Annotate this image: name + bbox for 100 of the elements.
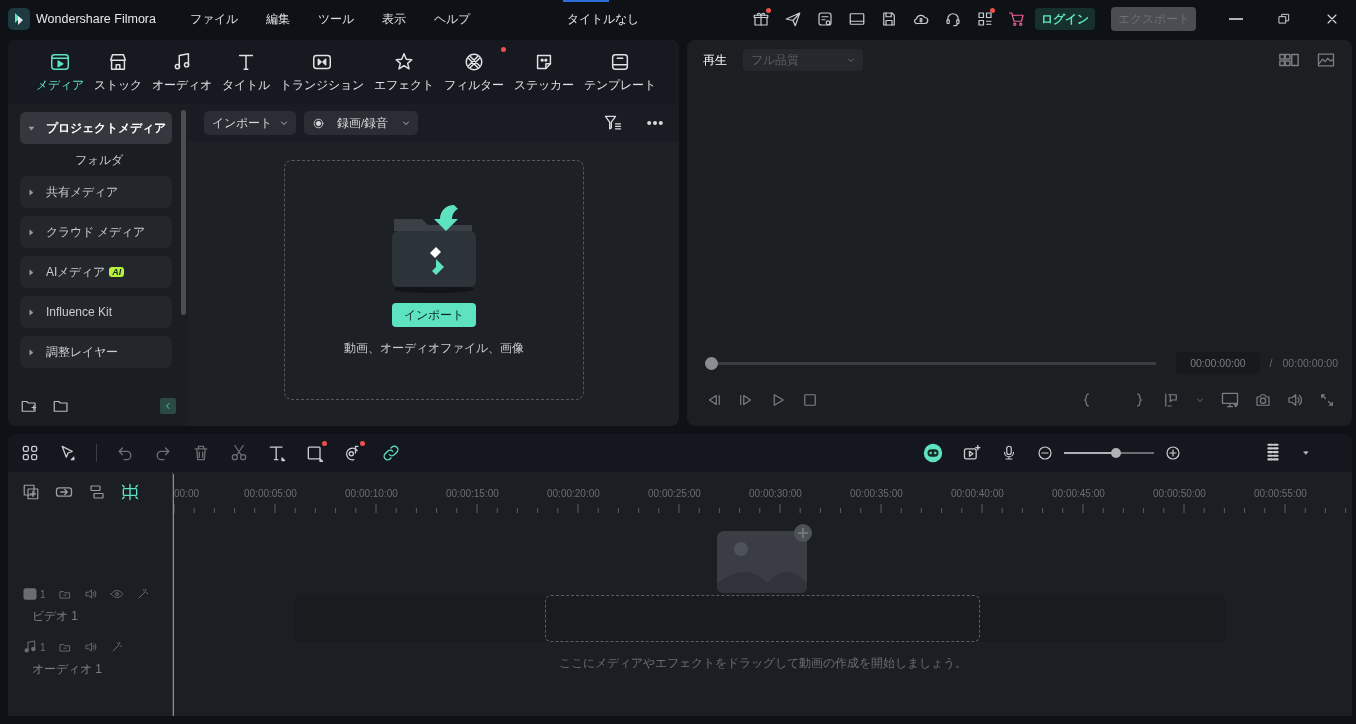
add-track-icon[interactable]	[22, 483, 40, 501]
ai-tag: AI	[109, 267, 125, 277]
ruler-label: 00:00:50:00	[1153, 488, 1206, 499]
sidebar-subitem[interactable]: フォルダ	[20, 148, 188, 172]
window-title: タイトルなし	[566, 10, 640, 28]
media-tab[interactable]: ステッカー	[510, 50, 578, 94]
speaker-icon[interactable]	[1286, 391, 1304, 409]
caret-down-icon[interactable]	[1302, 449, 1310, 457]
scissors-icon[interactable]	[229, 443, 249, 463]
minimize-icon	[1229, 18, 1243, 20]
wand-icon[interactable]	[135, 587, 150, 601]
menu-item[interactable]: ヘルプ	[420, 10, 484, 28]
app-name: Wondershare Filmora	[36, 12, 157, 26]
speaker-icon[interactable]	[83, 640, 98, 654]
grid-icon[interactable]	[976, 10, 994, 28]
media-tab[interactable]: トランジション	[276, 50, 368, 94]
progress-thumb[interactable]	[705, 356, 718, 370]
stack-icon[interactable]	[88, 483, 106, 501]
current-time: 00:00:00:00	[1176, 352, 1260, 374]
camera-add-icon[interactable]	[962, 443, 982, 463]
cart-icon[interactable]	[1008, 10, 1026, 28]
grid-icon[interactable]	[20, 443, 40, 463]
send-icon[interactable]	[784, 10, 802, 28]
media-tab[interactable]: オーディオ	[148, 50, 216, 94]
sidebar-item[interactable]: 調整レイヤー	[20, 336, 172, 368]
track-number: 1	[40, 641, 46, 653]
caret-right-icon	[27, 307, 36, 317]
sidebar-item[interactable]: Influence Kit	[20, 296, 172, 328]
snap-icon[interactable]	[120, 482, 140, 502]
media-tab[interactable]: ストック	[90, 50, 146, 94]
drop-zone[interactable]: インポート 動画、オーディオファイル、画像	[283, 160, 584, 400]
expand-icon[interactable]	[1318, 391, 1336, 409]
caret-right-icon	[27, 227, 36, 237]
sidebar-item[interactable]: AIメディア AI	[20, 256, 172, 288]
app-logo-icon	[8, 8, 30, 30]
ruler-label: 00:00:30:00	[749, 488, 802, 499]
headset-icon[interactable]	[944, 10, 962, 28]
menu-item[interactable]: ファイル	[176, 10, 252, 28]
player-label: 再生	[703, 51, 727, 69]
track-label: オーディオ 1	[31, 661, 103, 678]
ruler-label: 00:00:25:00	[648, 488, 701, 499]
ruler-label: 00:00:55:00	[1254, 488, 1307, 499]
sidebar-item[interactable]: 共有メディア	[20, 176, 172, 208]
ruler-label: 00:00:45:00	[1052, 488, 1105, 499]
track-number: 1	[40, 588, 46, 600]
track-drop-zone[interactable]	[545, 595, 980, 642]
record-icon	[312, 116, 325, 130]
menu-item[interactable]: ツール	[304, 10, 368, 28]
media-tab[interactable]: エフェクト	[370, 50, 438, 94]
record-dropdown[interactable]: 録画/録音	[304, 111, 419, 135]
ruler-label: 00:00	[174, 488, 200, 499]
camera-icon[interactable]	[1254, 391, 1272, 409]
drop-hint: 動画、オーディオファイル、画像	[343, 341, 524, 356]
menu-item[interactable]: 表示	[368, 10, 420, 28]
collapse-button[interactable]	[160, 398, 176, 414]
ruler-label: 00:00:35:00	[850, 488, 903, 499]
zoom-thumb[interactable]	[1111, 448, 1122, 458]
link-icon[interactable]	[381, 443, 401, 463]
marker-icon[interactable]	[1162, 391, 1180, 409]
music-note-icon	[22, 639, 38, 655]
robot-icon[interactable]	[922, 442, 944, 464]
wand-icon[interactable]	[109, 640, 124, 654]
timeline-hint: ここにメディアやエフェクトをドラッグして動画の作成を開始しましょう。	[557, 656, 968, 671]
save-icon[interactable]	[880, 10, 898, 28]
zoom-out-icon[interactable]	[1036, 444, 1054, 462]
list-icon[interactable]	[816, 10, 834, 28]
import-dropdown[interactable]: インポート	[204, 111, 296, 135]
stop-icon[interactable]	[801, 391, 819, 409]
zoom-in-icon[interactable]	[1164, 444, 1182, 462]
speaker-icon[interactable]	[83, 587, 98, 601]
video-track-icon	[22, 586, 38, 602]
caret-right-icon	[27, 347, 36, 357]
ruler-label: 00:00:05:00	[244, 488, 297, 499]
panel-icon[interactable]	[848, 10, 866, 28]
media-tab[interactable]: タイトル	[218, 50, 274, 94]
tab-indicator	[563, 0, 609, 2]
monitor-icon[interactable]	[1220, 390, 1240, 410]
time-separator: /	[1269, 357, 1273, 369]
import-button[interactable]: インポート	[391, 303, 476, 327]
restore-icon	[1277, 12, 1291, 26]
media-tab[interactable]: フィルター	[440, 50, 508, 94]
eye-icon[interactable]	[109, 587, 124, 601]
caret-right-icon	[27, 187, 36, 197]
filter-icon[interactable]	[603, 113, 623, 133]
media-tab[interactable]: テンプレート	[580, 50, 660, 94]
track-label: ビデオ 1	[31, 608, 79, 625]
sidebar-item[interactable]: プロジェクトメディア	[20, 112, 172, 144]
login-button[interactable]: ログイン	[1035, 8, 1095, 30]
total-time: 00:00:00:00	[1282, 357, 1338, 369]
media-tab[interactable]: メディア	[32, 50, 88, 94]
scrollbar[interactable]	[181, 110, 186, 315]
ruler-label: 00:00:10:00	[345, 488, 398, 499]
caret-down-icon	[27, 123, 36, 133]
gift-icon[interactable]	[752, 10, 770, 28]
ruler-label: 00:00:40:00	[951, 488, 1004, 499]
ruler-label: 00:00:15:00	[446, 488, 499, 499]
menu-item[interactable]: 編集	[252, 10, 304, 28]
ruler-label: 00:00:20:00	[547, 488, 600, 499]
caret-right-icon	[27, 267, 36, 277]
sidebar-item[interactable]: クラウド メディア	[20, 216, 172, 248]
